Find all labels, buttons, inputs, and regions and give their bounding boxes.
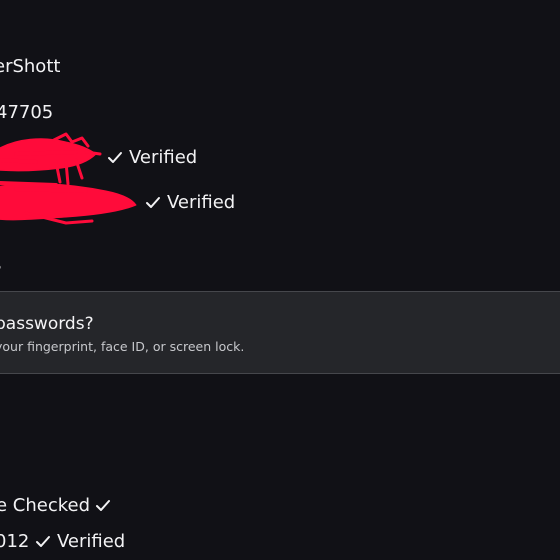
code-verified-label: Verified [57,531,126,552]
phone-redaction-scribble [0,181,137,225]
username-text: erShott [0,56,61,77]
check-icon [95,499,111,513]
code-verified-status: Verified [35,531,125,553]
check-icon [107,151,123,165]
email-verified-status: Verified [107,147,197,169]
checked-text: e Checked [0,495,91,516]
account-settings-screen: erShott 47705 Verified Verified password… [0,0,560,560]
passkey-card-subtitle: your fingerprint, face ID, or screen loc… [0,339,245,354]
check-icon [145,196,161,210]
passkey-prompt-card[interactable]: passwords? your fingerprint, face ID, or… [0,291,560,374]
check-icon [35,535,51,549]
email-verified-label: Verified [129,147,198,168]
code-text: 012 [0,531,30,552]
passkey-card-title: passwords? [0,314,94,334]
phone-verified-label: Verified [167,192,236,213]
user-id-text: 47705 [0,102,54,123]
phone-verified-status: Verified [145,192,235,214]
section-fragment-text: s [0,254,1,276]
